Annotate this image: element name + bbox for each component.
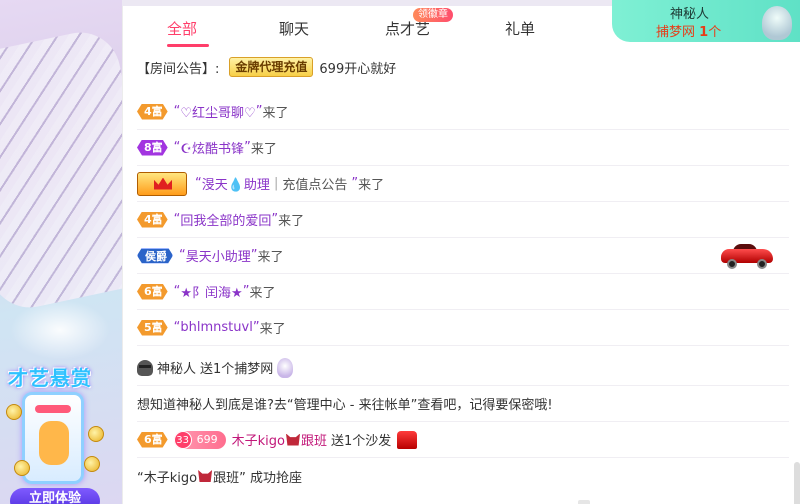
mask-icon bbox=[198, 470, 213, 482]
close-quote: ” bbox=[271, 212, 279, 227]
arrival-text: 来了 bbox=[278, 214, 305, 229]
mystery-name: 神秘人 bbox=[670, 7, 710, 22]
crown-noble-icon[interactable] bbox=[137, 171, 187, 196]
entry-message: 4富 “♡红尘哥聊♡” 来了 bbox=[137, 94, 789, 130]
close-quote: ” bbox=[242, 284, 250, 299]
wealth-badge[interactable]: 4富 bbox=[137, 212, 168, 228]
entry-message: 8富 “☪炫酷书锋” 来了 bbox=[137, 130, 789, 166]
sofa-gift-message: 6富 33 699 木子kigo 跟班 送1个沙发 bbox=[137, 422, 789, 458]
coin-icon bbox=[88, 426, 104, 442]
room-announcement: 【房间公告】: 金牌代理充值 699开心就好 bbox=[137, 56, 396, 78]
open-quote: “ bbox=[195, 176, 202, 191]
close-quote: ” bbox=[244, 140, 251, 155]
mystery-gift-unit: 个 bbox=[708, 25, 722, 40]
scrollbar[interactable] bbox=[794, 462, 800, 504]
car-wheel bbox=[757, 259, 767, 269]
open-quote: “ bbox=[173, 284, 181, 299]
tab-gift-list[interactable]: 礼单 bbox=[505, 18, 535, 39]
wealth-badge[interactable]: 4富 bbox=[137, 104, 168, 120]
gold-agent-tag[interactable]: 金牌代理充值 bbox=[229, 57, 314, 77]
close-quote: ” bbox=[252, 320, 260, 335]
dreamcatcher-icon bbox=[762, 6, 792, 40]
arrival-text: 来了 bbox=[262, 106, 289, 121]
seat-grab-message: “木子kigo 跟班” 成功抢座 bbox=[137, 458, 789, 494]
gift-text: 送1个捕梦网 bbox=[200, 362, 274, 377]
decorative-glow bbox=[10, 300, 110, 360]
entry-message: 4富 “回我全部的爱回” 来了 bbox=[137, 202, 789, 238]
gift-sender[interactable]: 木子kigo bbox=[232, 430, 285, 449]
car-wheel bbox=[727, 259, 737, 269]
tab-chat[interactable]: 聊天 bbox=[279, 18, 309, 39]
gift-sender[interactable]: 神秘人 bbox=[157, 358, 196, 377]
decorative-bed-image bbox=[0, 25, 122, 315]
active-tab-underline bbox=[167, 44, 209, 47]
seat-user-suffix: 跟班” 成功抢座 bbox=[213, 470, 302, 486]
arrival-text: 来了 bbox=[249, 286, 276, 301]
chat-panel: 全部 聊天 点才艺 领徽章 礼单 【房间公告】: 金牌代理充值 699开心就好 … bbox=[122, 6, 800, 504]
open-quote: “ bbox=[179, 248, 186, 263]
dreamcatcher-icon bbox=[277, 357, 294, 378]
username[interactable]: ★阝闰海★ bbox=[180, 282, 242, 301]
close-quote: ” bbox=[351, 176, 359, 191]
gift-text: 送1个沙发 bbox=[331, 434, 392, 449]
entry-message: “渂天💧助理 | 充值点公告” 来了 bbox=[137, 166, 789, 202]
wealth-badge[interactable]: 5富 bbox=[137, 320, 168, 336]
arrival-text: 来了 bbox=[358, 178, 385, 193]
username[interactable]: 昊天小助理 bbox=[186, 246, 251, 265]
wealth-badge[interactable]: 6富 bbox=[137, 432, 168, 448]
mystery-hint-message: 想知道神秘人到底是谁?去“管理中心 - 来往帐单”查看吧，记得要保密哦! bbox=[137, 386, 789, 422]
coin-icon bbox=[84, 456, 100, 472]
sofa-icon bbox=[397, 430, 418, 449]
gift-message: 神秘人 送1个捕梦网 bbox=[137, 350, 789, 386]
noble-rank-badge[interactable]: 侯爵 bbox=[137, 248, 173, 264]
live-tag-icon bbox=[35, 405, 71, 413]
entry-message: 5富 “bhlmnstuvl” 来了 bbox=[137, 310, 789, 346]
car-mount-icon bbox=[719, 241, 775, 269]
username-extra: 充值点公告 bbox=[282, 178, 348, 193]
open-quote: “ bbox=[173, 212, 181, 227]
username[interactable]: 渂天💧助理 bbox=[202, 174, 270, 193]
mask-icon bbox=[286, 433, 301, 446]
mystery-gift-count: 1 bbox=[699, 25, 709, 40]
arrival-text: 来了 bbox=[250, 142, 277, 157]
close-quote: ” bbox=[250, 248, 258, 263]
seat-user-prefix: “木子kigo bbox=[137, 470, 198, 486]
tab-all[interactable]: 全部 bbox=[167, 18, 197, 39]
claim-badge-tag: 领徽章 bbox=[413, 8, 453, 22]
username[interactable]: 回我全部的爱回 bbox=[180, 210, 271, 229]
mystery-person-card[interactable]: 神秘人 捕梦网 1个 bbox=[612, 0, 800, 42]
announcement-text: 699开心就好 bbox=[319, 61, 397, 77]
wealth-badge[interactable]: 8富 bbox=[137, 140, 168, 156]
mystery-gift-summary: 捕梦网 1个 bbox=[656, 21, 721, 40]
coin-icon bbox=[14, 460, 30, 476]
fan-club-badge[interactable]: 33 699 bbox=[173, 430, 226, 449]
entry-message: 6富 “★阝闰海★” 来了 bbox=[137, 274, 789, 310]
mystery-person-icon bbox=[137, 359, 153, 376]
username[interactable]: ☪炫酷书锋 bbox=[180, 138, 244, 157]
coin-icon bbox=[6, 404, 22, 420]
scroll-to-bottom-button[interactable] bbox=[578, 500, 590, 504]
talent-reward-phone-image[interactable] bbox=[22, 392, 84, 484]
mystery-gift-name: 捕梦网 bbox=[656, 25, 696, 40]
open-quote: “ bbox=[173, 320, 181, 335]
arrival-text: 来了 bbox=[259, 322, 286, 337]
mascot-icon bbox=[39, 421, 69, 465]
try-now-button[interactable]: 立即体验 bbox=[10, 488, 100, 504]
arrival-text: 来了 bbox=[257, 250, 284, 265]
fan-level: 33 bbox=[173, 430, 192, 449]
sender-suffix: 跟班 bbox=[301, 434, 328, 449]
wealth-badge[interactable]: 6富 bbox=[137, 284, 168, 300]
open-quote: “ bbox=[173, 104, 181, 119]
open-quote: “ bbox=[173, 140, 181, 155]
username[interactable]: ♡红尘哥聊♡ bbox=[180, 102, 255, 121]
fan-value: 699 bbox=[196, 433, 218, 446]
close-quote: ” bbox=[255, 104, 263, 119]
announcement-label: 【房间公告】: bbox=[137, 61, 220, 77]
talent-reward-title: 才艺悬赏 bbox=[8, 366, 92, 390]
username[interactable]: bhlmnstuvl bbox=[180, 320, 252, 335]
divider: | bbox=[273, 176, 279, 191]
left-promo-strip: 才艺悬赏 立即体验 bbox=[0, 0, 122, 504]
entry-message: 侯爵 “昊天小助理” 来了 bbox=[137, 238, 789, 274]
